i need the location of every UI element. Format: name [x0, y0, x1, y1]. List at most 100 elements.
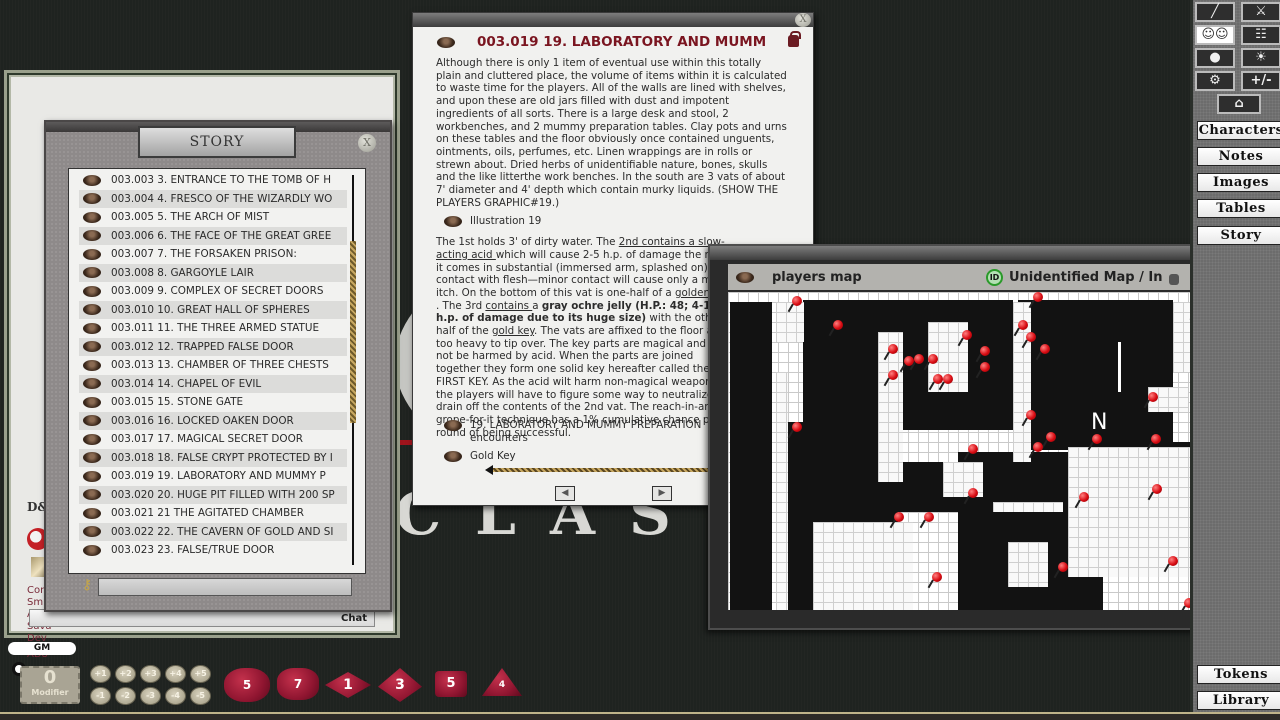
list-item[interactable]: 003.017 17. MAGICAL SECRET DOOR	[79, 430, 347, 448]
list-item[interactable]: 003.008 8. GARGOYLE LAIR	[79, 263, 347, 282]
map-pin[interactable]	[1040, 344, 1050, 354]
list-item[interactable]: 003.019 19. LABORATORY AND MUMMY P	[79, 467, 347, 485]
map-pin[interactable]	[1033, 442, 1043, 452]
modifier-plus-5[interactable]: +5	[190, 665, 211, 683]
list-item[interactable]: 003.022 22. THE CAVERN OF GOLD AND SI	[79, 522, 347, 541]
map-pin[interactable]	[1148, 392, 1158, 402]
sidebar-item-story[interactable]: Story	[1197, 226, 1280, 245]
sidebar-item-library[interactable]: Library	[1197, 691, 1280, 710]
sidebar-item-tokens[interactable]: Tokens	[1197, 665, 1280, 684]
list-item[interactable]: 003.005 5. THE ARCH OF MIST	[79, 208, 347, 226]
lock-icon[interactable]	[788, 31, 801, 47]
illustration-link[interactable]: Illustration 19	[436, 215, 788, 228]
id-toggle-icon[interactable]: ID	[986, 268, 1003, 286]
map-pin[interactable]	[792, 422, 802, 432]
map-pin[interactable]	[1151, 434, 1161, 444]
modifier-plus-3[interactable]: +3	[140, 665, 161, 683]
list-item[interactable]: 003.020 20. HUGE PIT FILLED WITH 200 SP	[79, 485, 347, 504]
party-sheet-icon[interactable]: ☺☺	[1195, 25, 1235, 45]
calendar-icon[interactable]: ☷	[1241, 25, 1280, 45]
scrollbar-thumb[interactable]	[350, 241, 356, 423]
list-item[interactable]: 003.013 13. CHAMBER OF THREE CHESTS	[79, 356, 347, 374]
modifiers-icon[interactable]: +/-	[1241, 71, 1280, 91]
list-item[interactable]: 003.015 15. STONE GATE	[79, 393, 347, 411]
previous-page-button[interactable]: ◀	[555, 486, 575, 501]
combat-tracker-icon[interactable]: ⚔	[1241, 2, 1280, 22]
modifier-minus-4[interactable]: -4	[165, 687, 186, 705]
list-item[interactable]: 003.010 10. GREAT HALL OF SPHERES	[79, 300, 347, 319]
list-item[interactable]: 003.004 4. FRESCO OF THE WIZARDLY WO	[79, 189, 347, 208]
close-icon[interactable]: X	[358, 134, 376, 152]
list-item[interactable]: 003.009 9. COMPLEX OF SECRET DOORS	[79, 282, 347, 300]
map-pin[interactable]	[1168, 556, 1178, 566]
map-pin[interactable]	[962, 330, 972, 340]
entry-title[interactable]: 003.019 19. LABORATORY AND MUMM	[477, 34, 787, 50]
map-pin[interactable]	[1058, 562, 1068, 572]
sidebar-item-notes[interactable]: Notes	[1197, 147, 1280, 166]
d4-die-icon[interactable]: 4	[482, 668, 522, 696]
image-record-icon[interactable]	[736, 271, 754, 283]
map-pin[interactable]	[1018, 320, 1028, 330]
inline-link[interactable]: contains	[485, 300, 532, 312]
gear-icon[interactable]: ⚙	[1195, 71, 1235, 91]
d6-die-icon[interactable]: 5	[435, 671, 467, 697]
encounter-link[interactable]: 19. LABORATORY AND MUMMY PREPARATION enc…	[436, 419, 736, 444]
inline-link[interactable]: gold key	[492, 325, 534, 337]
modifier-box[interactable]: 0 Modifier	[20, 666, 80, 704]
map-pin[interactable]	[968, 488, 978, 498]
map-pin[interactable]	[924, 512, 934, 522]
map-pin[interactable]	[1026, 332, 1036, 342]
ruleset-shield-icon[interactable]: ⌂	[1217, 94, 1261, 114]
list-item[interactable]: 003.007 7. THE FORSAKEN PRISON:	[79, 245, 347, 263]
chat-mode-label[interactable]: Chat	[341, 613, 367, 624]
color-palette-icon[interactable]: ●	[1195, 48, 1235, 68]
sidebar-item-tables[interactable]: Tables	[1197, 199, 1280, 218]
map-pin[interactable]	[888, 370, 898, 380]
modifier-plus-2[interactable]: +2	[115, 665, 136, 683]
modifier-plus-4[interactable]: +4	[165, 665, 186, 683]
modifier-minus-5[interactable]: -5	[190, 687, 211, 705]
list-item[interactable]: 003.012 12. TRAPPED FALSE DOOR	[79, 337, 347, 356]
lock-icon[interactable]	[1168, 273, 1179, 285]
map-pin[interactable]	[980, 346, 990, 356]
d12-die-icon[interactable]: 7	[277, 668, 319, 700]
map-pin[interactable]	[968, 444, 978, 454]
window-titlebar[interactable]	[413, 13, 813, 27]
map-pin[interactable]	[1046, 432, 1056, 442]
identity-label[interactable]: GM	[8, 642, 76, 655]
d10-die-icon[interactable]: 1	[325, 672, 371, 698]
map-pin[interactable]	[980, 362, 990, 372]
sidebar-item-images[interactable]: Images	[1197, 173, 1280, 192]
map-pin[interactable]	[894, 512, 904, 522]
lighting-icon[interactable]: ☀	[1241, 48, 1280, 68]
list-item[interactable]: 003.021 21 THE AGITATED CHAMBER	[79, 504, 347, 522]
next-page-button[interactable]: ▶	[652, 486, 672, 501]
map-pin[interactable]	[1079, 492, 1089, 502]
d20-die-icon[interactable]: 5	[224, 668, 270, 702]
modifier-minus-2[interactable]: -2	[115, 687, 136, 705]
item-link[interactable]: Gold Key	[436, 450, 736, 463]
close-icon[interactable]: X	[795, 13, 811, 27]
list-item[interactable]: 003.011 11. THE THREE ARMED STATUE	[79, 319, 347, 337]
list-item[interactable]: 003.006 6. THE FACE OF THE GREAT GREE	[79, 226, 347, 245]
map-pin[interactable]	[792, 296, 802, 306]
list-item[interactable]: 003.014 14. CHAPEL OF EVIL	[79, 374, 347, 393]
map-pin[interactable]	[928, 354, 938, 364]
list-item[interactable]: 003.016 16. LOCKED OAKEN DOOR	[79, 411, 347, 430]
map-pin[interactable]	[888, 344, 898, 354]
list-item[interactable]: 003.023 23. FALSE/TRUE DOOR	[79, 541, 347, 559]
story-entry-icon[interactable]	[437, 36, 455, 48]
modifier-plus-1[interactable]: +1	[90, 665, 111, 683]
map-pin[interactable]	[932, 572, 942, 582]
sidebar-item-characters[interactable]: Characters	[1197, 121, 1280, 140]
map-pin[interactable]	[914, 354, 924, 364]
map-pin[interactable]	[943, 374, 953, 384]
map-image[interactable]: N	[728, 292, 1268, 610]
map-pin[interactable]	[1026, 410, 1036, 420]
map-pin[interactable]	[833, 320, 843, 330]
story-filter-input[interactable]	[98, 578, 352, 596]
d8-die-icon[interactable]: 3	[378, 668, 422, 702]
hotkey-bar[interactable]	[0, 712, 1280, 720]
identification-status[interactable]: Unidentified Map / In	[1009, 270, 1163, 285]
list-item[interactable]: 003.018 18. FALSE CRYPT PROTECTED BY I	[79, 448, 347, 467]
